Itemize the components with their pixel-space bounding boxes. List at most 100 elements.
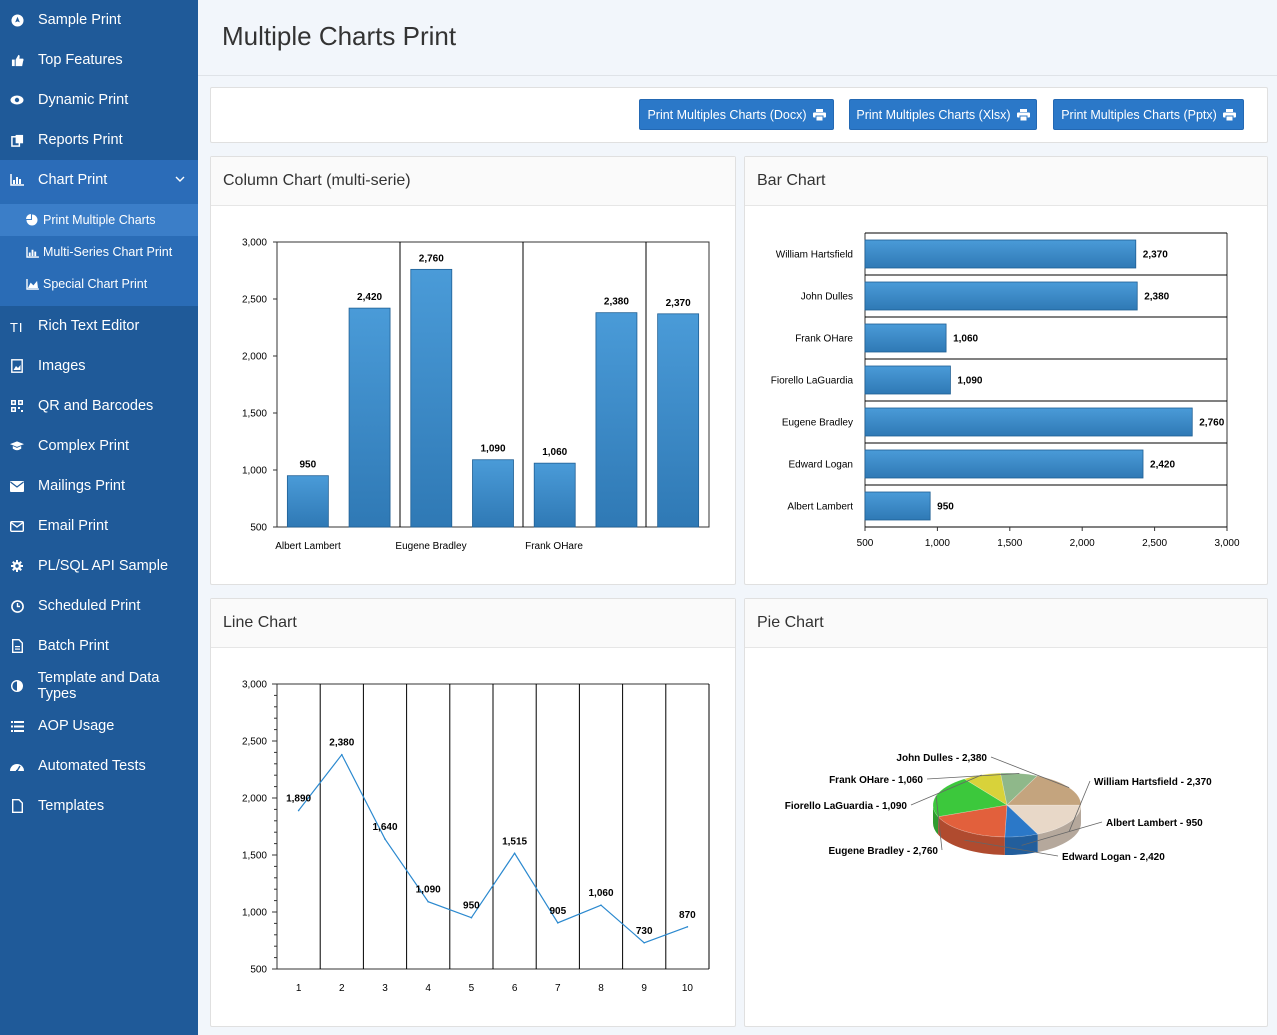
- data-label: 2,760: [419, 253, 444, 264]
- pie-chart-icon: [26, 214, 39, 226]
- thumbs-up-icon: [10, 53, 24, 67]
- sidebar-item-label: Sample Print: [38, 12, 122, 28]
- sidebar-item-plsql-api-sample[interactable]: PL/SQL API Sample: [0, 546, 198, 586]
- sidebar-subitem-multi-series-chart-print[interactable]: Multi-Series Chart Print: [0, 236, 198, 268]
- print-docx-button[interactable]: Print Multiples Charts (Docx): [639, 99, 834, 130]
- card-title: Pie Chart: [745, 599, 1267, 648]
- sidebar-item-label: Scheduled Print: [38, 598, 141, 614]
- sidebar-item-email-print[interactable]: Email Print: [0, 506, 198, 546]
- sidebar-item-reports-print[interactable]: Reports Print: [0, 120, 198, 160]
- y-category-label: Fiorello LaGuardia: [771, 376, 854, 387]
- x-tick-label: 500: [857, 538, 874, 549]
- slice-label: Edward Logan - 2,420: [1062, 852, 1165, 863]
- horizontal-bar: [864, 281, 1138, 311]
- envelope-icon: [10, 479, 24, 493]
- sidebar-item-sample-print[interactable]: Sample Print: [0, 0, 198, 40]
- sidebar-item-top-features[interactable]: Top Features: [0, 40, 198, 80]
- sidebar-item-complex-print[interactable]: Complex Print: [0, 426, 198, 466]
- slice-label: Albert Lambert - 950: [1106, 818, 1203, 829]
- data-label: 2,420: [357, 292, 382, 303]
- data-point: [341, 753, 343, 756]
- y-tick-label: 2,000: [242, 794, 267, 805]
- y-tick-label: 1,500: [242, 851, 267, 862]
- sidebar-item-mailings-print[interactable]: Mailings Print: [0, 466, 198, 506]
- bar-chart-icon: [26, 246, 39, 258]
- sidebar-item-label: Chart Print: [38, 172, 108, 188]
- sidebar-item-template-and-data-types[interactable]: Template and Data Types: [0, 666, 198, 706]
- sidebar-item-label: QR and Barcodes: [38, 398, 154, 414]
- data-point: [384, 838, 386, 840]
- x-tick-label: 1: [296, 983, 302, 994]
- sidebar-item-chart-print[interactable]: Chart Print: [0, 160, 198, 200]
- rocket-icon: [10, 13, 24, 27]
- slice-label: Frank OHare - 1,060: [829, 775, 923, 786]
- y-tick-label: 3,000: [242, 238, 267, 249]
- data-label: 950: [463, 901, 480, 912]
- sidebar-subitem-special-chart-print[interactable]: Special Chart Print: [0, 268, 198, 300]
- sidebar-item-automated-tests[interactable]: Automated Tests: [0, 746, 198, 786]
- card-title: Column Chart (multi-serie): [211, 157, 735, 206]
- sidebar: Sample Print Top Features Dynamic Print …: [0, 0, 198, 1035]
- sidebar-subitem-print-multiple-charts[interactable]: Print Multiple Charts: [0, 204, 198, 236]
- sidebar-item-scheduled-print[interactable]: Scheduled Print: [0, 586, 198, 626]
- printer-icon: [1222, 108, 1236, 121]
- data-label: 870: [679, 910, 696, 921]
- list-icon: [10, 719, 24, 733]
- y-tick-label: 1,000: [242, 466, 267, 477]
- y-category-label: Albert Lambert: [787, 502, 853, 513]
- print-docx-label: Print Multiples Charts (Docx): [647, 107, 807, 122]
- file-icon: [10, 639, 24, 653]
- y-category-label: Eugene Bradley: [782, 418, 853, 429]
- data-label: 905: [549, 906, 566, 917]
- data-label: 2,760: [1199, 418, 1224, 429]
- column-bar: [595, 312, 638, 528]
- chevron-down-icon[interactable]: [174, 173, 186, 185]
- x-tick-label: 2,000: [1070, 538, 1095, 549]
- horizontal-bar: [864, 365, 951, 395]
- print-xlsx-button[interactable]: Print Multiples Charts (Xlsx): [849, 99, 1037, 130]
- sidebar-item-aop-usage[interactable]: AOP Usage: [0, 706, 198, 746]
- data-label: 1,640: [372, 822, 397, 833]
- data-label: 950: [300, 460, 317, 471]
- line-chart: 500 1,000 1,500 2,000 2,500 3,000 1,890 1 2,380 2…: [242, 680, 710, 994]
- x-tick-label: 6: [512, 983, 518, 994]
- page-title: Multiple Charts Print: [222, 21, 457, 51]
- print-xlsx-label: Print Multiples Charts (Xlsx): [856, 107, 1011, 122]
- data-label: 1,515: [502, 836, 527, 847]
- data-label: 2,420: [1150, 460, 1175, 471]
- svg-text:T: T: [10, 320, 18, 333]
- sidebar-item-label: PL/SQL API Sample: [38, 558, 169, 574]
- sidebar-item-label: Top Features: [38, 52, 123, 68]
- data-point: [297, 809, 300, 812]
- y-tick-label: 2,500: [242, 737, 267, 748]
- x-tick-label: 8: [598, 983, 604, 994]
- clock-icon: [10, 599, 24, 613]
- sidebar-item-qr-and-barcodes[interactable]: QR and Barcodes: [0, 386, 198, 426]
- data-label: 1,090: [957, 376, 982, 387]
- pie-chart: William Hartsfield - 2,370 Albert Lambert…: [785, 753, 1212, 863]
- y-tick-label: 500: [250, 523, 267, 534]
- sidebar-item-dynamic-print[interactable]: Dynamic Print: [0, 80, 198, 120]
- chart-print-submenu: Print Multiple Charts Multi-Series Chart…: [0, 200, 198, 306]
- data-label: 730: [636, 926, 653, 937]
- gear-icon: [10, 559, 24, 573]
- sidebar-item-label: Template and Data Types: [37, 670, 160, 702]
- sidebar-item-label: Templates: [38, 798, 105, 814]
- sidebar-item-label: Batch Print: [38, 638, 109, 654]
- data-label: 2,370: [1143, 250, 1168, 261]
- column-bar: [286, 475, 329, 528]
- envelope-outline-icon: [10, 519, 24, 533]
- x-category-label: Albert Lambert: [275, 541, 341, 552]
- sidebar-item-batch-print[interactable]: Batch Print: [0, 626, 198, 666]
- column-chart-card: Column Chart (multi-serie) 500 1,000 1,500…: [210, 156, 736, 585]
- graduation-cap-icon: [10, 439, 24, 453]
- print-pptx-button[interactable]: Print Multiples Charts (Pptx): [1053, 99, 1244, 130]
- printer-icon: [1016, 108, 1030, 121]
- y-tick-label: 1,000: [242, 908, 267, 919]
- sidebar-item-rich-text-editor[interactable]: T Rich Text Editor: [0, 306, 198, 346]
- sidebar-item-images[interactable]: Images: [0, 346, 198, 386]
- slice-label: John Dulles - 2,380: [896, 753, 987, 764]
- x-tick-label: 3: [382, 983, 388, 994]
- sidebar-item-templates[interactable]: Templates: [0, 786, 198, 826]
- text-icon: T: [10, 319, 24, 333]
